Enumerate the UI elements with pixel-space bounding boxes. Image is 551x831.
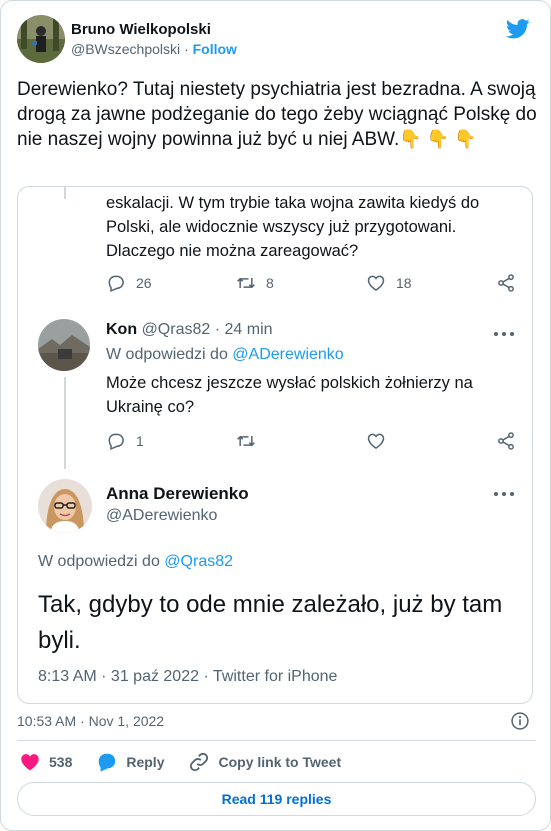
derewienko-more-icon[interactable] xyxy=(494,492,514,498)
share-icon xyxy=(498,432,514,450)
kon-share-action[interactable] xyxy=(496,431,516,451)
kon-handle[interactable]: @Qras82 xyxy=(142,321,211,338)
heart-icon xyxy=(367,433,385,449)
kon-reply-action[interactable]: 1 xyxy=(106,431,236,451)
quoted-retweet-action[interactable]: 8 xyxy=(236,273,366,293)
derewienko-handle[interactable]: @ADerewienko xyxy=(106,505,249,527)
author-name[interactable]: Bruno Wielkopolski xyxy=(71,20,237,40)
quoted-post-text: eskalacji. W tym trybie taka wojna zawit… xyxy=(106,194,480,260)
tweet-author[interactable]: Bruno Wielkopolski @BWszechpolski · Foll… xyxy=(17,15,237,63)
retweet-icon xyxy=(237,277,255,289)
kon-reply-text: Może chcesz jeszcze wysłać polskich żołn… xyxy=(106,374,473,416)
quoted-retweet-count: 8 xyxy=(266,275,274,291)
thread-line-middle xyxy=(64,377,66,469)
handle-separator: · xyxy=(180,41,193,57)
reply-filled-icon xyxy=(99,753,116,772)
author-avatar[interactable] xyxy=(17,15,65,63)
quoted-share-action[interactable] xyxy=(496,273,516,293)
derewienko-names: Anna Derewienko @ADerewienko xyxy=(106,483,249,527)
kon-actions: 1 xyxy=(106,431,526,451)
info-icon[interactable] xyxy=(510,711,530,731)
main-post-timestamp[interactable]: 8:13 AM · 31 paź 2022 · Twitter for iPho… xyxy=(38,668,337,686)
like-button[interactable]: 538 xyxy=(19,751,72,773)
tweet-actions: 538 Reply Copy link to Tweet xyxy=(19,751,365,773)
quoted-like-action[interactable]: 18 xyxy=(366,273,496,293)
main-in-reply-to: W odpowiedzi do @Qras82 xyxy=(38,553,233,571)
reply-icon xyxy=(108,275,124,293)
heart-icon xyxy=(367,275,385,291)
kon-like-action[interactable] xyxy=(366,431,496,451)
twitter-bird-icon[interactable] xyxy=(506,19,530,39)
reply-icon xyxy=(108,433,124,451)
link-icon xyxy=(190,752,209,772)
like-count: 538 xyxy=(49,754,73,770)
quoted-thread[interactable]: eskalacji. W tym trybie taka wojna zawit… xyxy=(17,186,533,704)
kon-time[interactable]: · 24 min xyxy=(215,321,273,338)
derewienko-name[interactable]: Anna Derewienko xyxy=(106,483,249,505)
author-handle[interactable]: @BWszechpolski xyxy=(71,41,180,57)
tweet-text: Derewienko? Tutaj niestety psychiatria j… xyxy=(17,77,537,152)
pointing-down-emoji-icon: 👇 👇 👇 xyxy=(399,129,477,149)
main-in-reply-handle[interactable]: @Qras82 xyxy=(164,553,233,570)
retweet-icon xyxy=(237,435,255,447)
kon-more-icon[interactable] xyxy=(494,332,514,338)
quoted-like-count: 18 xyxy=(396,275,412,291)
main-post-header[interactable] xyxy=(38,479,92,533)
thread-line-top xyxy=(64,187,66,199)
kon-name[interactable]: Kon xyxy=(106,321,137,338)
quoted-reply-count: 26 xyxy=(136,275,152,291)
kon-in-reply-handle[interactable]: @ADerewienko xyxy=(232,346,343,363)
kon-avatar[interactable] xyxy=(38,319,90,371)
read-replies-button[interactable]: Read 119 replies xyxy=(17,782,536,816)
follow-link[interactable]: Follow xyxy=(193,41,237,57)
share-icon xyxy=(498,274,514,292)
kon-header: Kon @Qras82 · 24 min xyxy=(106,321,273,339)
kon-in-reply-to: W odpowiedzi do @ADerewienko xyxy=(106,346,344,364)
copy-link-button[interactable]: Copy link to Tweet xyxy=(188,751,341,773)
derewienko-avatar[interactable] xyxy=(38,479,92,533)
reply-button[interactable]: Reply xyxy=(96,751,164,773)
main-post-text: Tak, gdyby to ode mnie zależało, już by … xyxy=(38,591,503,654)
reply-post-kon[interactable] xyxy=(38,319,90,371)
tweet-timestamp[interactable]: 10:53 AM · Nov 1, 2022 xyxy=(17,713,164,729)
embedded-tweet-card: Bruno Wielkopolski @BWszechpolski · Foll… xyxy=(0,0,551,831)
copy-link-label: Copy link to Tweet xyxy=(218,754,342,770)
footer-divider xyxy=(17,740,536,741)
main-in-reply-prefix: W odpowiedzi do xyxy=(38,553,165,570)
reply-label: Reply xyxy=(126,754,165,770)
kon-reply-count: 1 xyxy=(136,433,144,449)
heart-filled-icon xyxy=(21,754,39,771)
quoted-reply-action[interactable]: 26 xyxy=(106,273,236,293)
kon-in-reply-prefix: W odpowiedzi do xyxy=(106,346,233,363)
kon-retweet-action[interactable] xyxy=(236,431,366,451)
quoted-post-actions: 26 8 18 xyxy=(106,273,526,293)
